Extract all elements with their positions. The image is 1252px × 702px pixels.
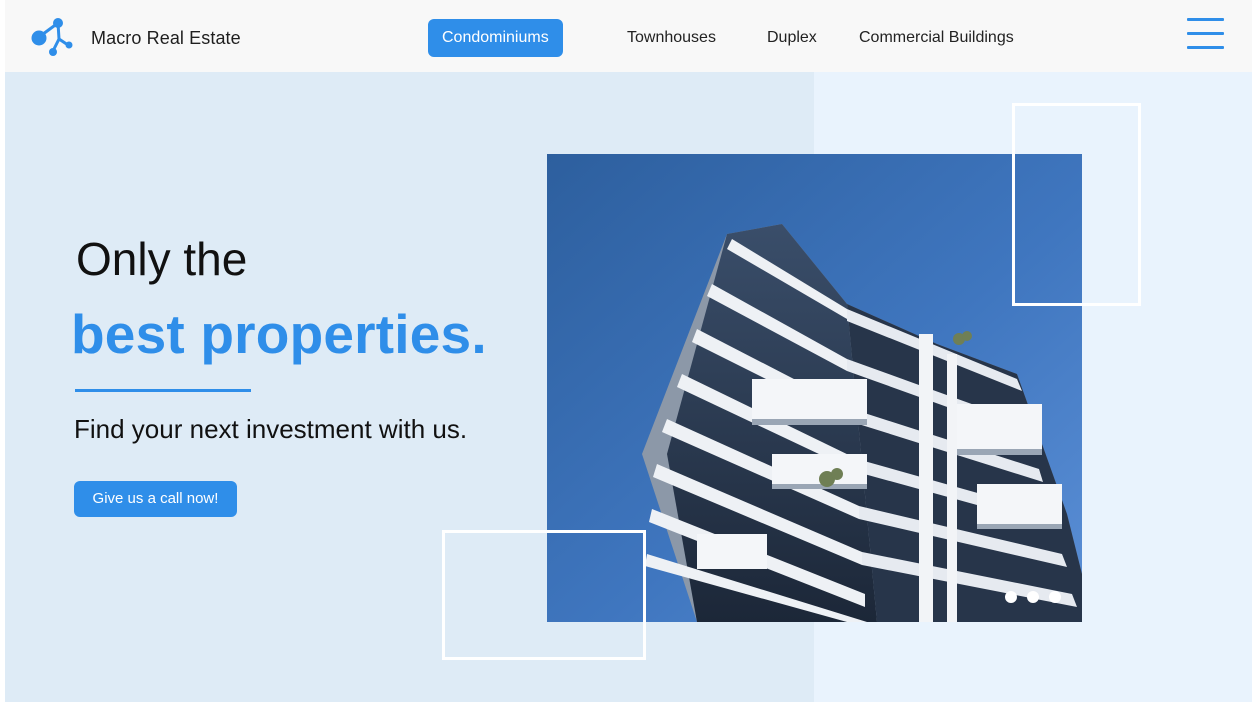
call-now-button[interactable]: Give us a call now! bbox=[74, 481, 237, 517]
top-nav-bar: Macro Real Estate Condominiums Townhouse… bbox=[5, 0, 1252, 72]
decorative-frame-top bbox=[1012, 103, 1141, 306]
carousel-dot-2[interactable] bbox=[1027, 591, 1039, 603]
carousel-dot-1[interactable] bbox=[1005, 591, 1017, 603]
menu-bar bbox=[1187, 32, 1224, 35]
hero-subtitle: Find your next investment with us. bbox=[74, 414, 468, 444]
menu-bar bbox=[1187, 46, 1224, 49]
nav-duplex[interactable]: Duplex bbox=[767, 19, 817, 57]
molecule-logo-icon[interactable] bbox=[30, 17, 74, 57]
hero-divider bbox=[75, 389, 251, 392]
hero-heading-line2: best properties. bbox=[71, 303, 487, 365]
nav-townhouses[interactable]: Townhouses bbox=[627, 19, 716, 57]
menu-bar bbox=[1187, 18, 1224, 21]
hero-heading-line1: Only the bbox=[76, 233, 248, 285]
hamburger-menu-icon[interactable] bbox=[1187, 18, 1224, 51]
nav-commercial-buildings[interactable]: Commercial Buildings bbox=[859, 19, 1014, 57]
carousel-dot-3[interactable] bbox=[1049, 591, 1061, 603]
brand-name[interactable]: Macro Real Estate bbox=[91, 28, 241, 49]
page: Macro Real Estate Condominiums Townhouse… bbox=[5, 0, 1252, 702]
decorative-frame-bottom bbox=[442, 530, 646, 660]
nav-condominiums[interactable]: Condominiums bbox=[428, 19, 563, 57]
